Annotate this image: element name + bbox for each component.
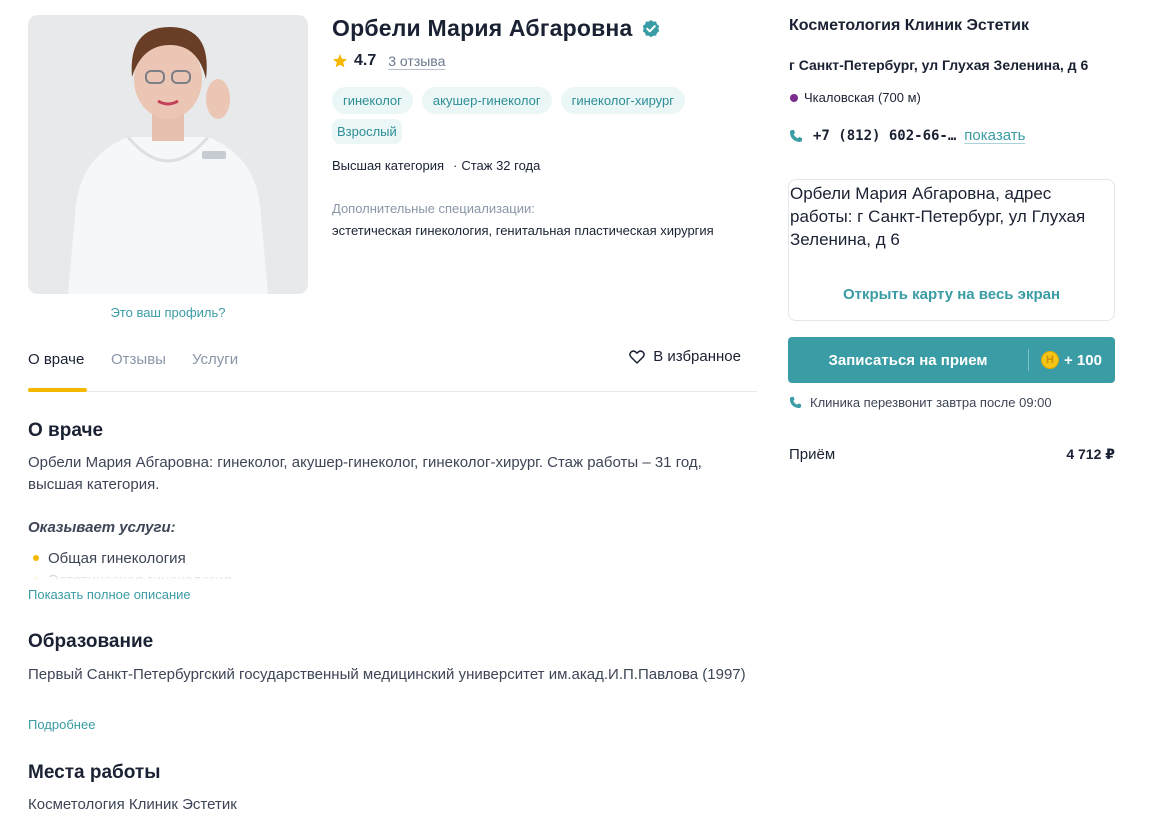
phone-icon (790, 129, 802, 142)
extra-specializations-title: Дополнительные специализации: (332, 201, 535, 216)
tab-about[interactable]: О враче (28, 351, 84, 368)
specialty-tag[interactable]: гинеколог-хирург (560, 87, 685, 114)
doctor-meta: Высшая категория · Стаж 32 года (332, 158, 540, 173)
map-card: Орбели Мария Абгаровна, адрес работы: г … (788, 179, 1115, 321)
metro-icon (790, 93, 798, 102)
extra-specializations-value: эстетическая гинекология, генитальная пл… (332, 223, 714, 238)
bonus-amount: + 100 (1064, 351, 1102, 369)
rating-value: 4.7 (354, 52, 377, 69)
reviews-link[interactable]: 3 отзыва (388, 53, 445, 69)
doctor-name: Орбели Мария Абгаровна (332, 15, 633, 41)
list-item: Эстетическая гинекология (28, 570, 428, 580)
education-more-link[interactable]: Подробнее (28, 717, 95, 732)
category-text: Высшая категория (332, 158, 444, 173)
about-title: О враче (28, 420, 104, 441)
doctor-photo (28, 15, 308, 294)
service-label: Общая гинекология (48, 549, 186, 567)
workplaces-title: Места работы (28, 762, 161, 783)
open-map-fullscreen-link[interactable]: Открыть карту на весь экран (789, 286, 1114, 303)
show-full-description-link[interactable]: Показать полное описание (28, 587, 191, 602)
phone-number: +7 (812) 602-66-… (813, 127, 957, 144)
education-title: Образование (28, 631, 154, 652)
metro-label: Чкаловская (700 м) (804, 90, 921, 105)
button-divider (1028, 349, 1029, 371)
bullet-icon (33, 555, 39, 561)
active-tab-indicator (28, 388, 87, 392)
is-your-profile-link[interactable]: Это ваш профиль? (28, 305, 308, 320)
specialty-tag[interactable]: гинеколог (332, 87, 413, 114)
verified-badge-icon (642, 19, 659, 37)
meta-separator: · (453, 158, 458, 173)
profile-tabs: О враче Отзывы Услуги В избранное (28, 340, 757, 392)
callback-text: Клиника перезвонит завтра после 09:00 (810, 395, 1052, 410)
book-label: Записаться на прием (828, 351, 988, 369)
service-label: Эстетическая гинекология (48, 571, 232, 581)
show-phone-link[interactable]: показать (964, 127, 1025, 144)
specialty-tag[interactable]: акушер-гинеколог (421, 87, 552, 114)
bullet-icon (33, 577, 39, 580)
specialty-tags: гинеколог акушер-гинеколог гинеколог-хир… (332, 87, 685, 114)
price-value: 4 712 ₽ (1066, 446, 1115, 462)
favorite-button[interactable]: В избранное (629, 348, 741, 365)
list-item: Общая гинекология (28, 548, 428, 568)
clinic-name[interactable]: Косметология Клиник Эстетик (789, 17, 1029, 35)
callback-note: Клиника перезвонит завтра после 09:00 (789, 395, 1052, 410)
price-label: Приём (789, 446, 836, 463)
phone-row: +7 (812) 602-66-… показать (789, 127, 1025, 144)
coin-icon: Н (1041, 351, 1059, 369)
book-appointment-button[interactable]: Записаться на прием Н + 100 (788, 337, 1115, 383)
rating-row: 4.7 3 отзыва (332, 52, 445, 70)
services-list: Общая гинекология Эстетическая гинеколог… (28, 548, 428, 580)
star-icon (333, 54, 347, 68)
education-text: Первый Санкт-Петербургский государственн… (28, 666, 746, 683)
about-text: Орбели Мария Абгаровна: гинеколог, акуше… (28, 454, 702, 493)
clinic-address: г Санкт-Петербург, ул Глухая Зеленина, д… (789, 57, 1089, 73)
tab-services[interactable]: Услуги (192, 351, 238, 368)
experience-text: Стаж 32 года (461, 158, 541, 173)
phone-icon (789, 396, 802, 409)
metro-station: Чкаловская (700 м) (790, 90, 921, 105)
bonus-points: Н + 100 (1041, 351, 1102, 369)
services-title: Оказывает услуги: (28, 519, 176, 536)
favorite-label: В избранное (653, 348, 741, 365)
map-address: Орбели Мария Абгаровна, адрес работы: г … (790, 184, 1086, 249)
age-group-tag: Взрослый (332, 119, 402, 144)
workplace-text[interactable]: Косметология Клиник Эстетик (28, 794, 758, 816)
doctor-header: Орбели Мария Абгаровна (332, 15, 661, 42)
tab-reviews[interactable]: Отзывы (111, 351, 166, 368)
heart-icon (629, 349, 646, 364)
